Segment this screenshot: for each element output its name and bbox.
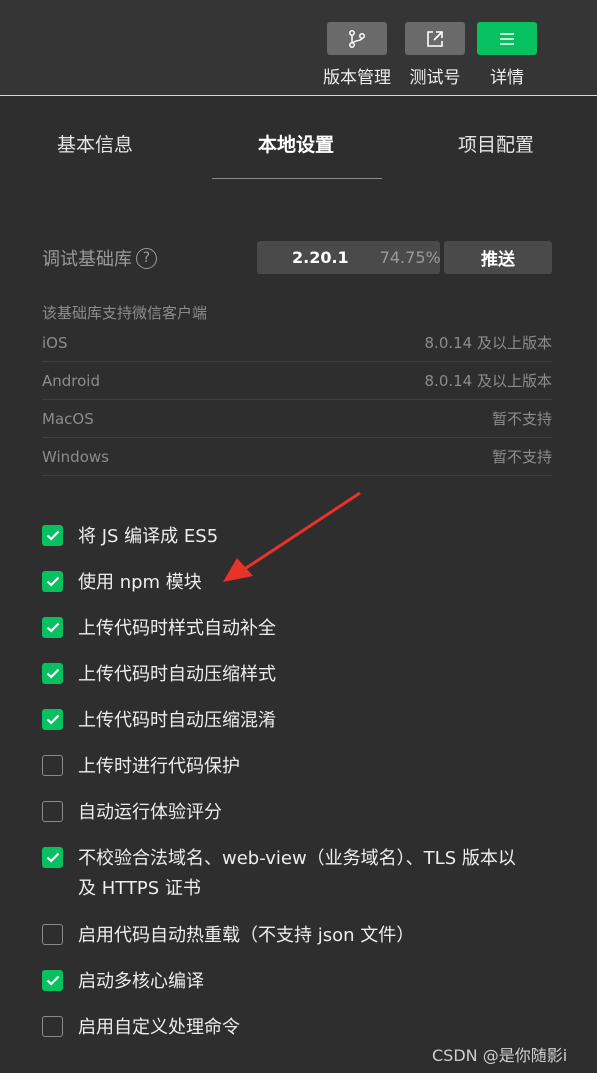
support-platform: MacOS bbox=[42, 409, 94, 428]
annotation-arrow bbox=[223, 491, 361, 582]
support-title: 该基础库支持微信客户端 bbox=[42, 304, 208, 322]
active-tab-indicator bbox=[212, 178, 382, 179]
option-label: 自动运行体验评分 bbox=[78, 802, 222, 823]
checkbox-checked[interactable] bbox=[42, 970, 63, 991]
checkbox-checked[interactable] bbox=[42, 663, 63, 684]
checkmark-icon bbox=[46, 530, 59, 541]
option-label: 上传时进行代码保护 bbox=[78, 756, 240, 777]
menu-icon bbox=[477, 22, 537, 55]
support-platform: Windows bbox=[42, 447, 109, 466]
toolbar: 版本管理 测试号 详情 bbox=[0, 0, 597, 96]
support-status: 暂不支持 bbox=[491, 410, 552, 428]
support-platform: iOS bbox=[42, 333, 68, 352]
base-library-version-select[interactable]: 2.20.1 74.75% bbox=[257, 241, 441, 274]
option-skip-domain-check[interactable]: 不校验合法域名、web-view（业务域名）、TLS 版本以及 HTTPS 证书 bbox=[42, 844, 518, 904]
tab-basic-info[interactable]: 基本信息 bbox=[57, 130, 133, 157]
support-status: 8.0.14 及以上版本 bbox=[424, 334, 552, 352]
watermark: CSDN @是你随影i bbox=[432, 1046, 568, 1065]
option-style-autoprefix[interactable]: 上传代码时样式自动补全 bbox=[42, 614, 518, 644]
option-label: 启用自定义处理命令 bbox=[78, 1017, 240, 1038]
option-hot-reload[interactable]: 启用代码自动热重载（不支持 json 文件） bbox=[42, 921, 518, 951]
test-account-button[interactable]: 测试号 bbox=[405, 22, 465, 88]
checkmark-icon bbox=[46, 576, 59, 587]
base-library-version: 2.20.1 bbox=[292, 248, 349, 267]
checkbox-unchecked[interactable] bbox=[42, 924, 63, 945]
support-row: Windows 暂不支持 bbox=[42, 438, 552, 476]
option-label: 上传代码时自动压缩混淆 bbox=[78, 710, 276, 731]
help-icon[interactable]: ? bbox=[136, 247, 157, 269]
checkbox-unchecked[interactable] bbox=[42, 755, 63, 776]
checkbox-checked[interactable] bbox=[42, 617, 63, 638]
checkbox-checked[interactable] bbox=[42, 525, 63, 546]
option-auto-audit[interactable]: 自动运行体验评分 bbox=[42, 798, 518, 828]
option-label: 上传代码时样式自动补全 bbox=[78, 618, 276, 639]
tab-local-settings[interactable]: 本地设置 bbox=[258, 130, 334, 157]
option-custom-command[interactable]: 启用自定义处理命令 bbox=[42, 1013, 518, 1043]
support-row: iOS 8.0.14 及以上版本 bbox=[42, 324, 552, 362]
support-status: 8.0.14 及以上版本 bbox=[424, 372, 552, 390]
checkmark-icon bbox=[46, 714, 59, 725]
checkbox-unchecked[interactable] bbox=[42, 1016, 63, 1037]
version-control-label: 版本管理 bbox=[323, 68, 391, 88]
tab-project-config[interactable]: 项目配置 bbox=[458, 130, 534, 157]
checkbox-checked[interactable] bbox=[42, 709, 63, 730]
checkbox-checked[interactable] bbox=[42, 571, 63, 592]
checkmark-icon bbox=[46, 852, 59, 863]
base-library-coverage: 74.75% bbox=[379, 248, 441, 267]
base-library-row: 调试基础库 ? bbox=[42, 245, 157, 271]
option-multicore-compile[interactable]: 启动多核心编译 bbox=[42, 967, 518, 997]
support-platform: Android bbox=[42, 371, 100, 390]
version-control-button[interactable]: 版本管理 bbox=[323, 22, 391, 88]
branch-icon bbox=[327, 22, 387, 55]
option-label: 上传代码时自动压缩样式 bbox=[78, 664, 276, 685]
option-minify-obfuscate[interactable]: 上传代码时自动压缩混淆 bbox=[42, 706, 518, 736]
checkbox-unchecked[interactable] bbox=[42, 801, 63, 822]
checkmark-icon bbox=[46, 622, 59, 633]
external-link-icon bbox=[405, 22, 465, 55]
option-code-protect[interactable]: 上传时进行代码保护 bbox=[42, 752, 518, 782]
checkmark-icon bbox=[46, 668, 59, 679]
option-label: 启用代码自动热重载（不支持 json 文件） bbox=[78, 925, 415, 946]
details-button[interactable]: 详情 bbox=[477, 22, 537, 88]
option-label: 启动多核心编译 bbox=[78, 971, 204, 992]
push-button[interactable]: 推送 bbox=[444, 241, 552, 274]
base-library-label: 调试基础库 bbox=[42, 249, 132, 270]
support-list: iOS 8.0.14 及以上版本 Android 8.0.14 及以上版本 Ma… bbox=[42, 324, 552, 476]
details-label: 详情 bbox=[490, 68, 524, 88]
test-account-label: 测试号 bbox=[409, 68, 461, 88]
option-label: 不校验合法域名、web-view（业务域名）、TLS 版本以及 HTTPS 证书 bbox=[78, 848, 516, 899]
checkmark-icon bbox=[46, 975, 59, 986]
option-minify-style[interactable]: 上传代码时自动压缩样式 bbox=[42, 660, 518, 690]
support-row: Android 8.0.14 及以上版本 bbox=[42, 362, 552, 400]
settings-tabs: 基本信息 本地设置 项目配置 bbox=[0, 96, 597, 180]
support-status: 暂不支持 bbox=[491, 448, 552, 466]
checkbox-checked[interactable] bbox=[42, 847, 63, 868]
support-row: MacOS 暂不支持 bbox=[42, 400, 552, 438]
